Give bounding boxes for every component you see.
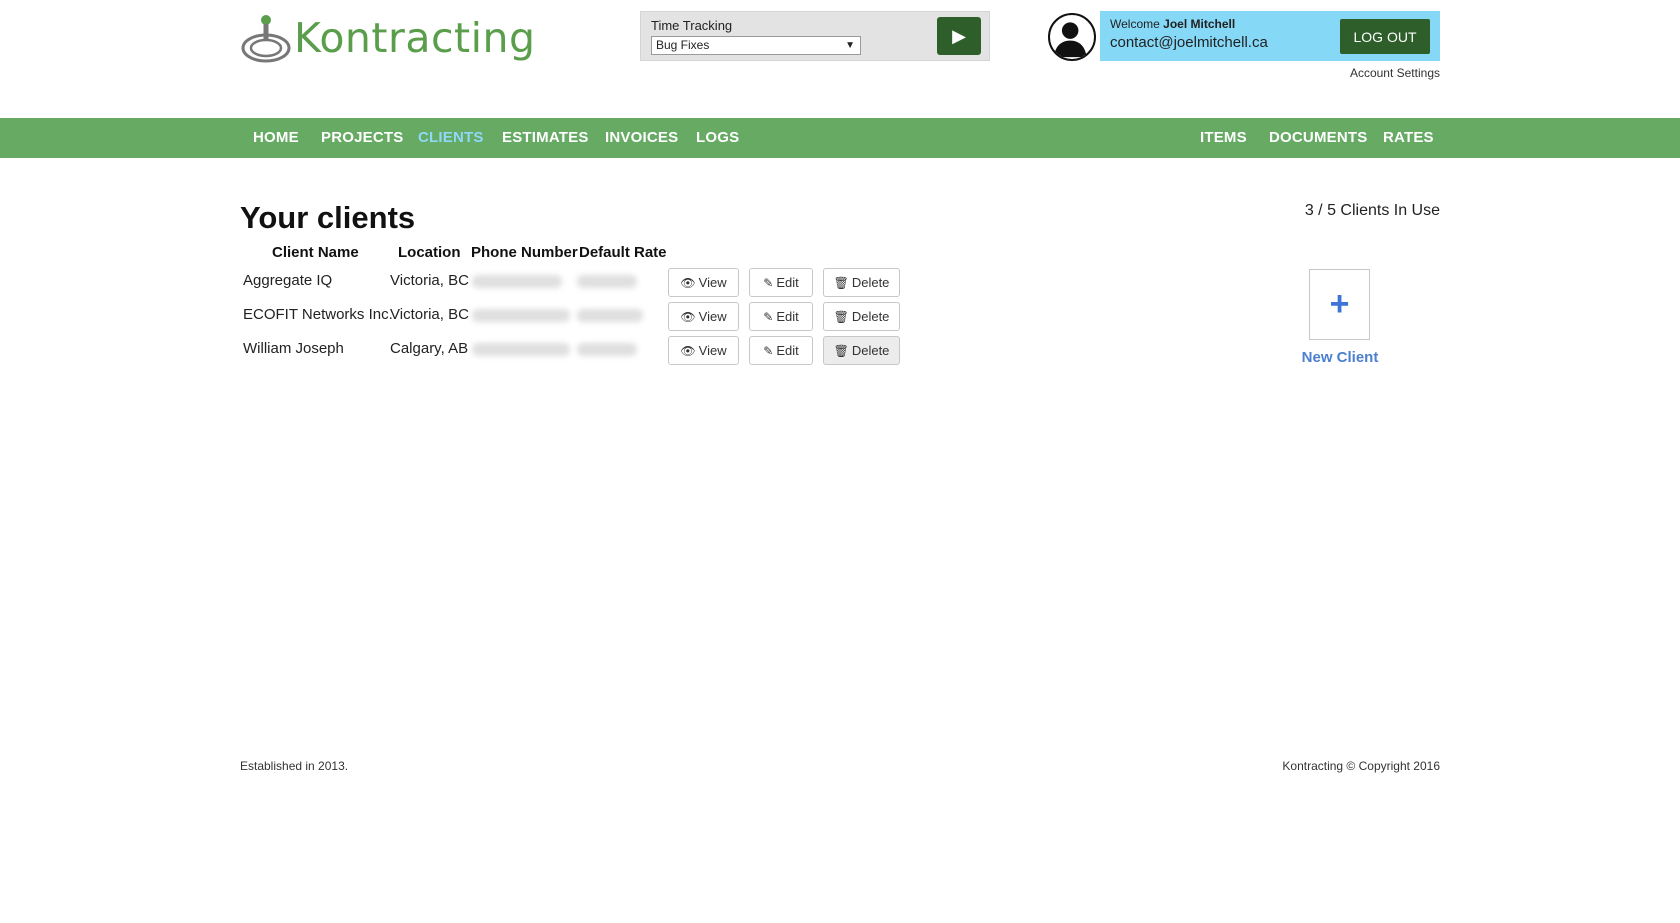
- column-header-location: Location: [398, 244, 461, 261]
- delete-button[interactable]: 🗑 Delete: [823, 268, 900, 297]
- eye-icon: 👁: [680, 309, 696, 324]
- logo-icon: [241, 15, 291, 63]
- client-location: Victoria, BC: [390, 306, 469, 323]
- edit-button[interactable]: ✎ Edit: [749, 302, 813, 331]
- trash-icon: 🗑: [833, 309, 849, 324]
- user-panel: Welcome Joel Mitchell contact@joelmitche…: [1100, 11, 1440, 61]
- user-silhouette-icon: [1053, 22, 1087, 58]
- brand-name: Kontracting: [294, 14, 536, 62]
- brand-logo[interactable]: Kontracting: [240, 12, 536, 64]
- client-phone-redacted: [472, 275, 562, 288]
- client-name: Aggregate IQ: [243, 272, 333, 289]
- avatar: [1048, 13, 1096, 61]
- client-location: Victoria, BC: [390, 272, 469, 289]
- column-header-client-name: Client Name: [272, 244, 359, 261]
- new-client-button[interactable]: +: [1309, 269, 1370, 340]
- logout-button[interactable]: LOG OUT: [1340, 19, 1430, 54]
- time-tracking-select[interactable]: Bug Fixes ▼: [651, 36, 861, 55]
- client-rate-redacted: [577, 275, 637, 288]
- client-phone-redacted: [472, 309, 570, 322]
- start-timer-button[interactable]: ▶: [937, 17, 981, 55]
- nav-clients[interactable]: CLIENTS: [418, 118, 484, 158]
- client-rate-redacted: [577, 309, 643, 322]
- play-icon: ▶: [952, 25, 966, 46]
- pencil-icon: ✎: [763, 343, 774, 358]
- nav-projects[interactable]: PROJECTS: [321, 118, 403, 158]
- nav-invoices[interactable]: INVOICES: [605, 118, 678, 158]
- edit-button[interactable]: ✎ Edit: [749, 336, 813, 365]
- view-button[interactable]: 👁 View: [668, 268, 739, 297]
- nav-documents[interactable]: DOCUMENTS: [1269, 118, 1367, 158]
- nav-estimates[interactable]: ESTIMATES: [502, 118, 589, 158]
- trash-icon: 🗑: [833, 343, 849, 358]
- nav-items[interactable]: ITEMS: [1200, 118, 1247, 158]
- new-client-link[interactable]: New Client: [1296, 349, 1384, 366]
- view-button[interactable]: 👁 View: [668, 302, 739, 331]
- view-button[interactable]: 👁 View: [668, 336, 739, 365]
- nav-home[interactable]: HOME: [253, 118, 299, 158]
- footer-copyright: Kontracting © Copyright 2016: [1282, 759, 1440, 773]
- table-row: Aggregate IQ Victoria, BC 👁 View ✎ Edit 🗑 D…: [0, 265, 1000, 297]
- user-email: contact@joelmitchell.ca: [1110, 34, 1268, 51]
- time-tracking-label: Time Tracking: [651, 18, 733, 33]
- eye-icon: 👁: [680, 343, 696, 358]
- footer-established: Established in 2013.: [240, 759, 349, 773]
- client-location: Calgary, AB: [390, 340, 469, 357]
- pencil-icon: ✎: [763, 275, 774, 290]
- column-header-phone: Phone Number: [471, 244, 578, 261]
- clients-in-use: 3 / 5 Clients In Use: [1304, 202, 1440, 219]
- client-name: William Joseph: [243, 340, 344, 357]
- eye-icon: 👁: [680, 275, 696, 290]
- pencil-icon: ✎: [763, 309, 774, 324]
- trash-icon: 🗑: [833, 275, 849, 290]
- client-name: ECOFIT Networks Inc.: [243, 306, 393, 323]
- nav-logs[interactable]: LOGS: [696, 118, 739, 158]
- delete-button[interactable]: 🗑 Delete: [823, 336, 900, 365]
- welcome-text: Welcome Joel Mitchell: [1110, 17, 1236, 31]
- edit-button[interactable]: ✎ Edit: [749, 268, 813, 297]
- table-row: ECOFIT Networks Inc. Victoria, BC 👁 View …: [0, 299, 1000, 331]
- plus-icon: +: [1329, 285, 1350, 323]
- time-tracking-selected: Bug Fixes: [656, 38, 710, 52]
- time-tracking-panel: Time Tracking Bug Fixes ▼ ▶: [640, 11, 990, 61]
- account-settings-link[interactable]: Account Settings: [1350, 66, 1440, 80]
- client-rate-redacted: [577, 343, 637, 356]
- main-nav: HOME PROJECTS CLIENTS ESTIMATES INVOICES…: [0, 118, 1680, 158]
- nav-rates[interactable]: RATES: [1383, 118, 1434, 158]
- column-header-default-rate: Default Rate: [579, 244, 667, 261]
- dropdown-arrow-icon: ▼: [845, 40, 855, 51]
- table-row: William Joseph Calgary, AB 👁 View ✎ Edit 🗑…: [0, 333, 1000, 365]
- delete-button[interactable]: 🗑 Delete: [823, 302, 900, 331]
- client-phone-redacted: [472, 343, 570, 356]
- page-title: Your clients: [240, 200, 416, 235]
- user-name: Joel Mitchell: [1163, 17, 1236, 31]
